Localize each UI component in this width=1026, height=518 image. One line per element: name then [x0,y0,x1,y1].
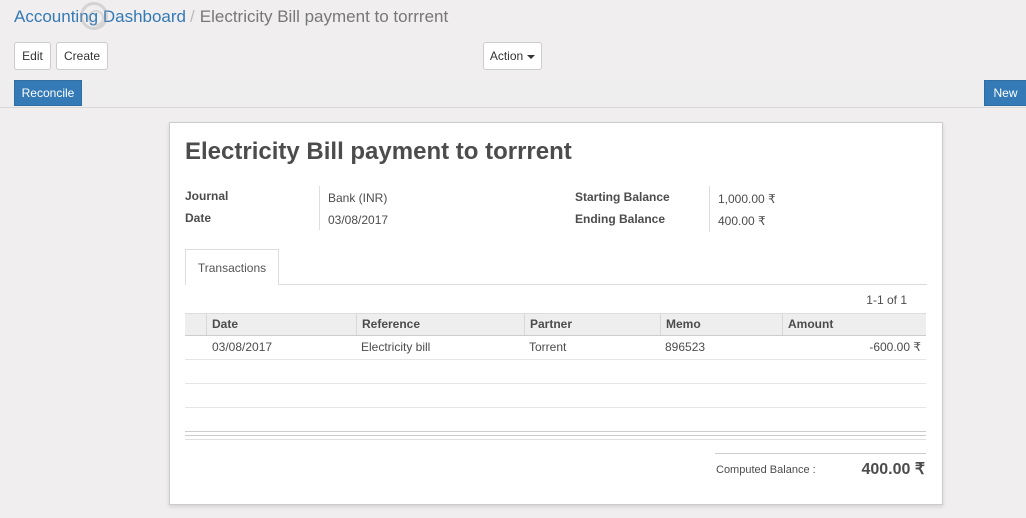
empty-table-row [185,384,926,408]
breadcrumb-current: Electricity Bill payment to torrrent [199,7,449,26]
cell-partner: Torrent [529,340,567,354]
ending-balance-label: Ending Balance [575,212,666,226]
column-header-partner[interactable]: Partner [524,314,660,335]
tabs-divider [185,284,927,285]
table-footer-line [185,439,926,440]
statusbar: Reconcile New [0,80,1026,108]
table-footer-line [185,435,926,436]
action-dropdown-label: Action [489,49,524,63]
cell-memo: 896523 [665,340,706,354]
caret-down-icon [527,55,536,59]
tab-transactions[interactable]: Transactions [185,249,279,285]
ending-balance-value[interactable]: 400.00 ₹ [718,214,766,228]
journal-label: Journal [185,189,229,203]
journal-value[interactable]: Bank (INR) [328,191,387,205]
cell-reference: Electricity bill [361,340,431,354]
create-button[interactable]: Create [56,42,108,70]
edit-button[interactable]: Edit [14,42,51,70]
action-dropdown[interactable]: Action [483,42,542,70]
reconcile-button[interactable]: Reconcile [14,80,82,106]
record-title: Electricity Bill payment to torrrent [185,138,572,165]
starting-balance-label: Starting Balance [575,190,670,204]
empty-table-row [185,360,926,384]
status-new[interactable]: New [984,80,1026,106]
table-footer-line [185,431,926,432]
table-row[interactable]: 03/08/2017 Electricity bill Torrent 8965… [185,336,926,360]
column-header-memo[interactable]: Memo [660,314,782,335]
column-header-amount[interactable]: Amount [782,314,926,335]
column-header-reference[interactable]: Reference [356,314,524,335]
field-divider [319,186,320,230]
summary-divider [715,453,926,454]
date-value[interactable]: 03/08/2017 [328,213,388,227]
date-label: Date [185,211,212,225]
table-header: Date Reference Partner Memo Amount [185,313,926,336]
cell-amount: -600.00 ₹ [869,340,921,354]
field-divider [709,186,710,232]
pager-value[interactable]: 1-1 of 1 [866,293,907,307]
loading-spinner-icon [80,2,108,30]
column-header-date[interactable]: Date [206,314,356,335]
computed-balance-label: Computed Balance : [716,464,816,476]
breadcrumb-separator: / [190,7,195,26]
starting-balance-value[interactable]: 1,000.00 ₹ [718,192,776,206]
control-panel: Accounting Dashboard / Electricity Bill pa… [0,0,1026,81]
cell-date: 03/08/2017 [212,340,273,354]
computed-balance-value: 400.00 ₹ [861,461,925,478]
form-sheet: Electricity Bill payment to torrrent Jou… [169,122,943,505]
